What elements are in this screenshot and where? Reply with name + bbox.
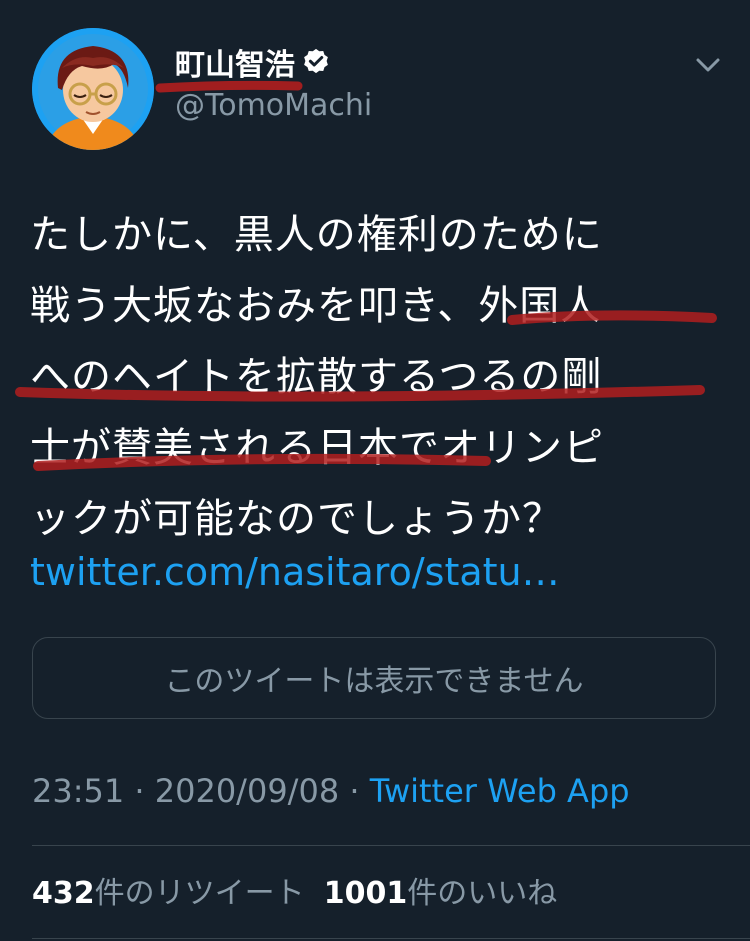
tweet-text: たしかに、黒人の権利のために 戦う大坂なおみを叩き、外国人 へのヘイトを拡散する… (30, 200, 730, 555)
quoted-tweet-unavailable: このツイートは表示できません (32, 637, 716, 719)
tweet-text-line: 士が賛美される日本でオリンピ (30, 425, 604, 471)
likes-stat[interactable]: 1001件のいいね (324, 876, 558, 911)
verified-badge-icon (301, 47, 331, 77)
tweet-meta: 23:51 · 2020/09/08 · Twitter Web App (32, 772, 630, 810)
tweet-date[interactable]: 2020/09/08 (155, 772, 339, 810)
display-name-text: 町山智浩 (175, 48, 295, 83)
meta-separator: · (339, 772, 370, 810)
tweet-text-line: 戦う大坂なおみを叩き、外国人 (30, 283, 602, 329)
tweet-card: 町山智浩 @TomoMachi たしかに、黒人の権利のために 戦う大坂なおみを叩… (0, 0, 750, 941)
tweet-text-line: たしかに、黒人の権利のために (30, 212, 603, 258)
tweet-link[interactable]: twitter.com/nasitaro/statu… (30, 550, 560, 594)
likes-label: 件のいいね (407, 876, 558, 911)
divider (32, 938, 750, 939)
tweet-text-line: へのヘイトを拡散するつるの剛 (30, 354, 603, 400)
tweet-time[interactable]: 23:51 (32, 772, 124, 810)
tweet-text-line: ックが可能なのでしょうか？ (30, 496, 563, 542)
divider (32, 845, 750, 846)
tweet-source-app[interactable]: Twitter Web App (370, 772, 630, 810)
tweet-stats: 432件のリツイート 1001件のいいね (32, 868, 557, 912)
likes-count: 1001 (323, 876, 408, 911)
unavailable-notice-text: このツイートは表示できません (164, 664, 584, 699)
avatar[interactable] (32, 28, 154, 150)
meta-separator: · (124, 772, 155, 810)
user-handle[interactable]: @TomoMachi (175, 88, 372, 123)
retweets-stat[interactable]: 432件のリツイート (32, 876, 305, 911)
retweets-label: 件のリツイート (94, 876, 305, 911)
avatar-illustration (32, 28, 154, 150)
chevron-down-icon[interactable] (690, 50, 726, 80)
retweets-count: 432 (32, 876, 95, 911)
display-name[interactable]: 町山智浩 (175, 40, 331, 84)
